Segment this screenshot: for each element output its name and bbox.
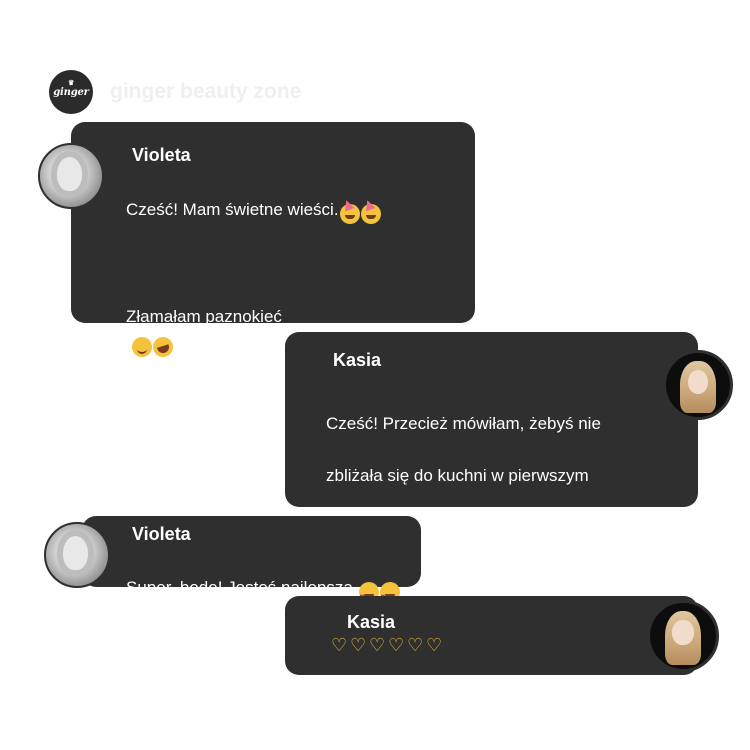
message-bubble[interactable]: Kasia Cześć! Przecież mówiłam, żebyś nie…: [285, 332, 698, 589]
party-face-icon: [360, 203, 381, 224]
heart-hands-icon: [406, 635, 424, 655]
heart-hands-icon: [387, 635, 405, 655]
message-line: Cześć! Mam świetne wieści.: [126, 200, 339, 219]
avatar-kasia[interactable]: [663, 350, 733, 420]
sender-name: Kasia: [347, 612, 396, 632]
message-bubble[interactable]: Violeta Super, będę! Jesteś najlepsza.: [82, 516, 421, 610]
message-line: Cześć! Przecież mówiłam, żebyś nie: [326, 414, 601, 433]
message-line: Super, będę! Jesteś najlepsza.: [126, 578, 358, 597]
message-line: przyjść i to naprawić?: [126, 440, 289, 459]
brand-logo-text: ginger: [53, 86, 89, 98]
heart-hands-icon: [425, 635, 443, 655]
sender-name: Violeta: [132, 145, 191, 165]
heart-hands-row: [330, 635, 443, 655]
heart-hands-icon: [330, 635, 348, 655]
message-line: zbliżała się do kuchni w pierwszym: [326, 466, 589, 485]
sender-name: Kasia: [333, 350, 382, 370]
message-bubble[interactable]: Kasia: [285, 596, 698, 675]
avatar-violeta[interactable]: [38, 143, 104, 209]
avatar-violeta[interactable]: [44, 522, 110, 588]
brand-name: ginger beauty zone: [110, 80, 302, 103]
message-line: Złamałam paznokieć: [126, 307, 282, 326]
heart-hands-icon: [368, 635, 386, 655]
rolling-laugh-face-icon: [150, 333, 176, 360]
party-face-icon: [339, 203, 360, 224]
message-bubble[interactable]: Violeta Cześć! Mam świetne wieści. Złama…: [71, 122, 475, 459]
avatar-kasia[interactable]: [647, 600, 719, 672]
sender-name: Violeta: [132, 524, 191, 544]
chat-screen: ♛ ginger ginger beauty zone Violeta Cześ…: [0, 0, 750, 750]
heart-hands-icon: [349, 635, 367, 655]
smiling-face-icon: [132, 336, 152, 357]
crown-icon: ♛: [67, 78, 75, 87]
brand-logo: ♛ ginger: [49, 70, 93, 114]
